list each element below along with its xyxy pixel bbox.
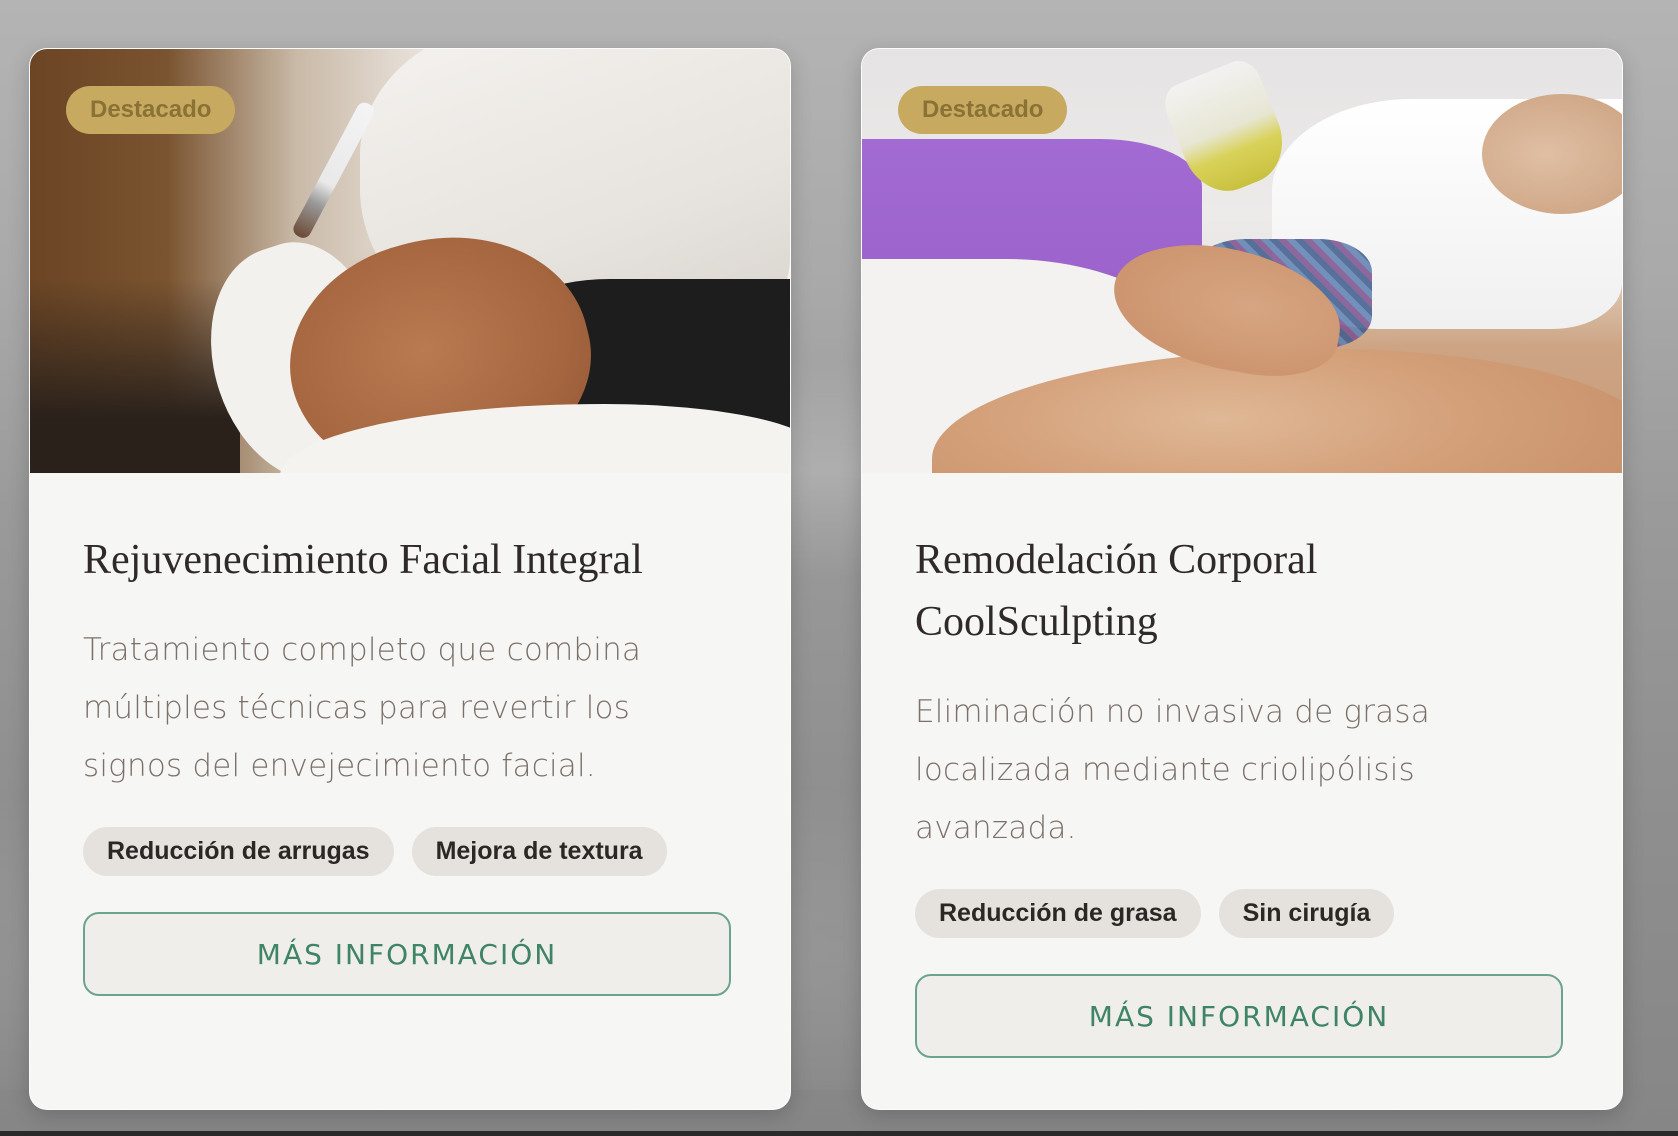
card-description: Tratamiento completo que combina múltipl… (83, 632, 642, 784)
featured-badge: Destacado (66, 86, 236, 134)
body-massage-image: Destacado (862, 49, 1622, 473)
service-card-coolsculpting[interactable]: Destacado Remodelación Corporal CoolScul… (861, 48, 1623, 1110)
card-description: Eliminación no invasiva de grasa localiz… (915, 694, 1430, 846)
benefit-tags: Reducción de grasa Sin cirugía (915, 889, 1569, 938)
benefit-tag: Reducción de arrugas (83, 827, 394, 876)
service-card-facial[interactable]: Destacado Rejuvenecimiento Facial Integr… (29, 48, 791, 1110)
benefit-tags: Reducción de arrugas Mejora de textura (83, 827, 737, 876)
bottom-edge (0, 1131, 1678, 1136)
benefit-tag: Reducción de grasa (915, 889, 1201, 938)
card-title: Rejuvenecimiento Facial Integral (83, 537, 643, 583)
card-title: Remodelación Corporal CoolSculpting (915, 537, 1318, 645)
benefit-tag: Sin cirugía (1218, 889, 1395, 938)
featured-badge: Destacado (898, 86, 1068, 134)
more-info-button[interactable]: MÁS INFORMACIÓN (83, 912, 731, 996)
benefit-tag: Mejora de textura (411, 827, 667, 876)
more-info-button[interactable]: MÁS INFORMACIÓN (915, 974, 1563, 1058)
facial-treatment-image: Destacado (30, 49, 790, 473)
